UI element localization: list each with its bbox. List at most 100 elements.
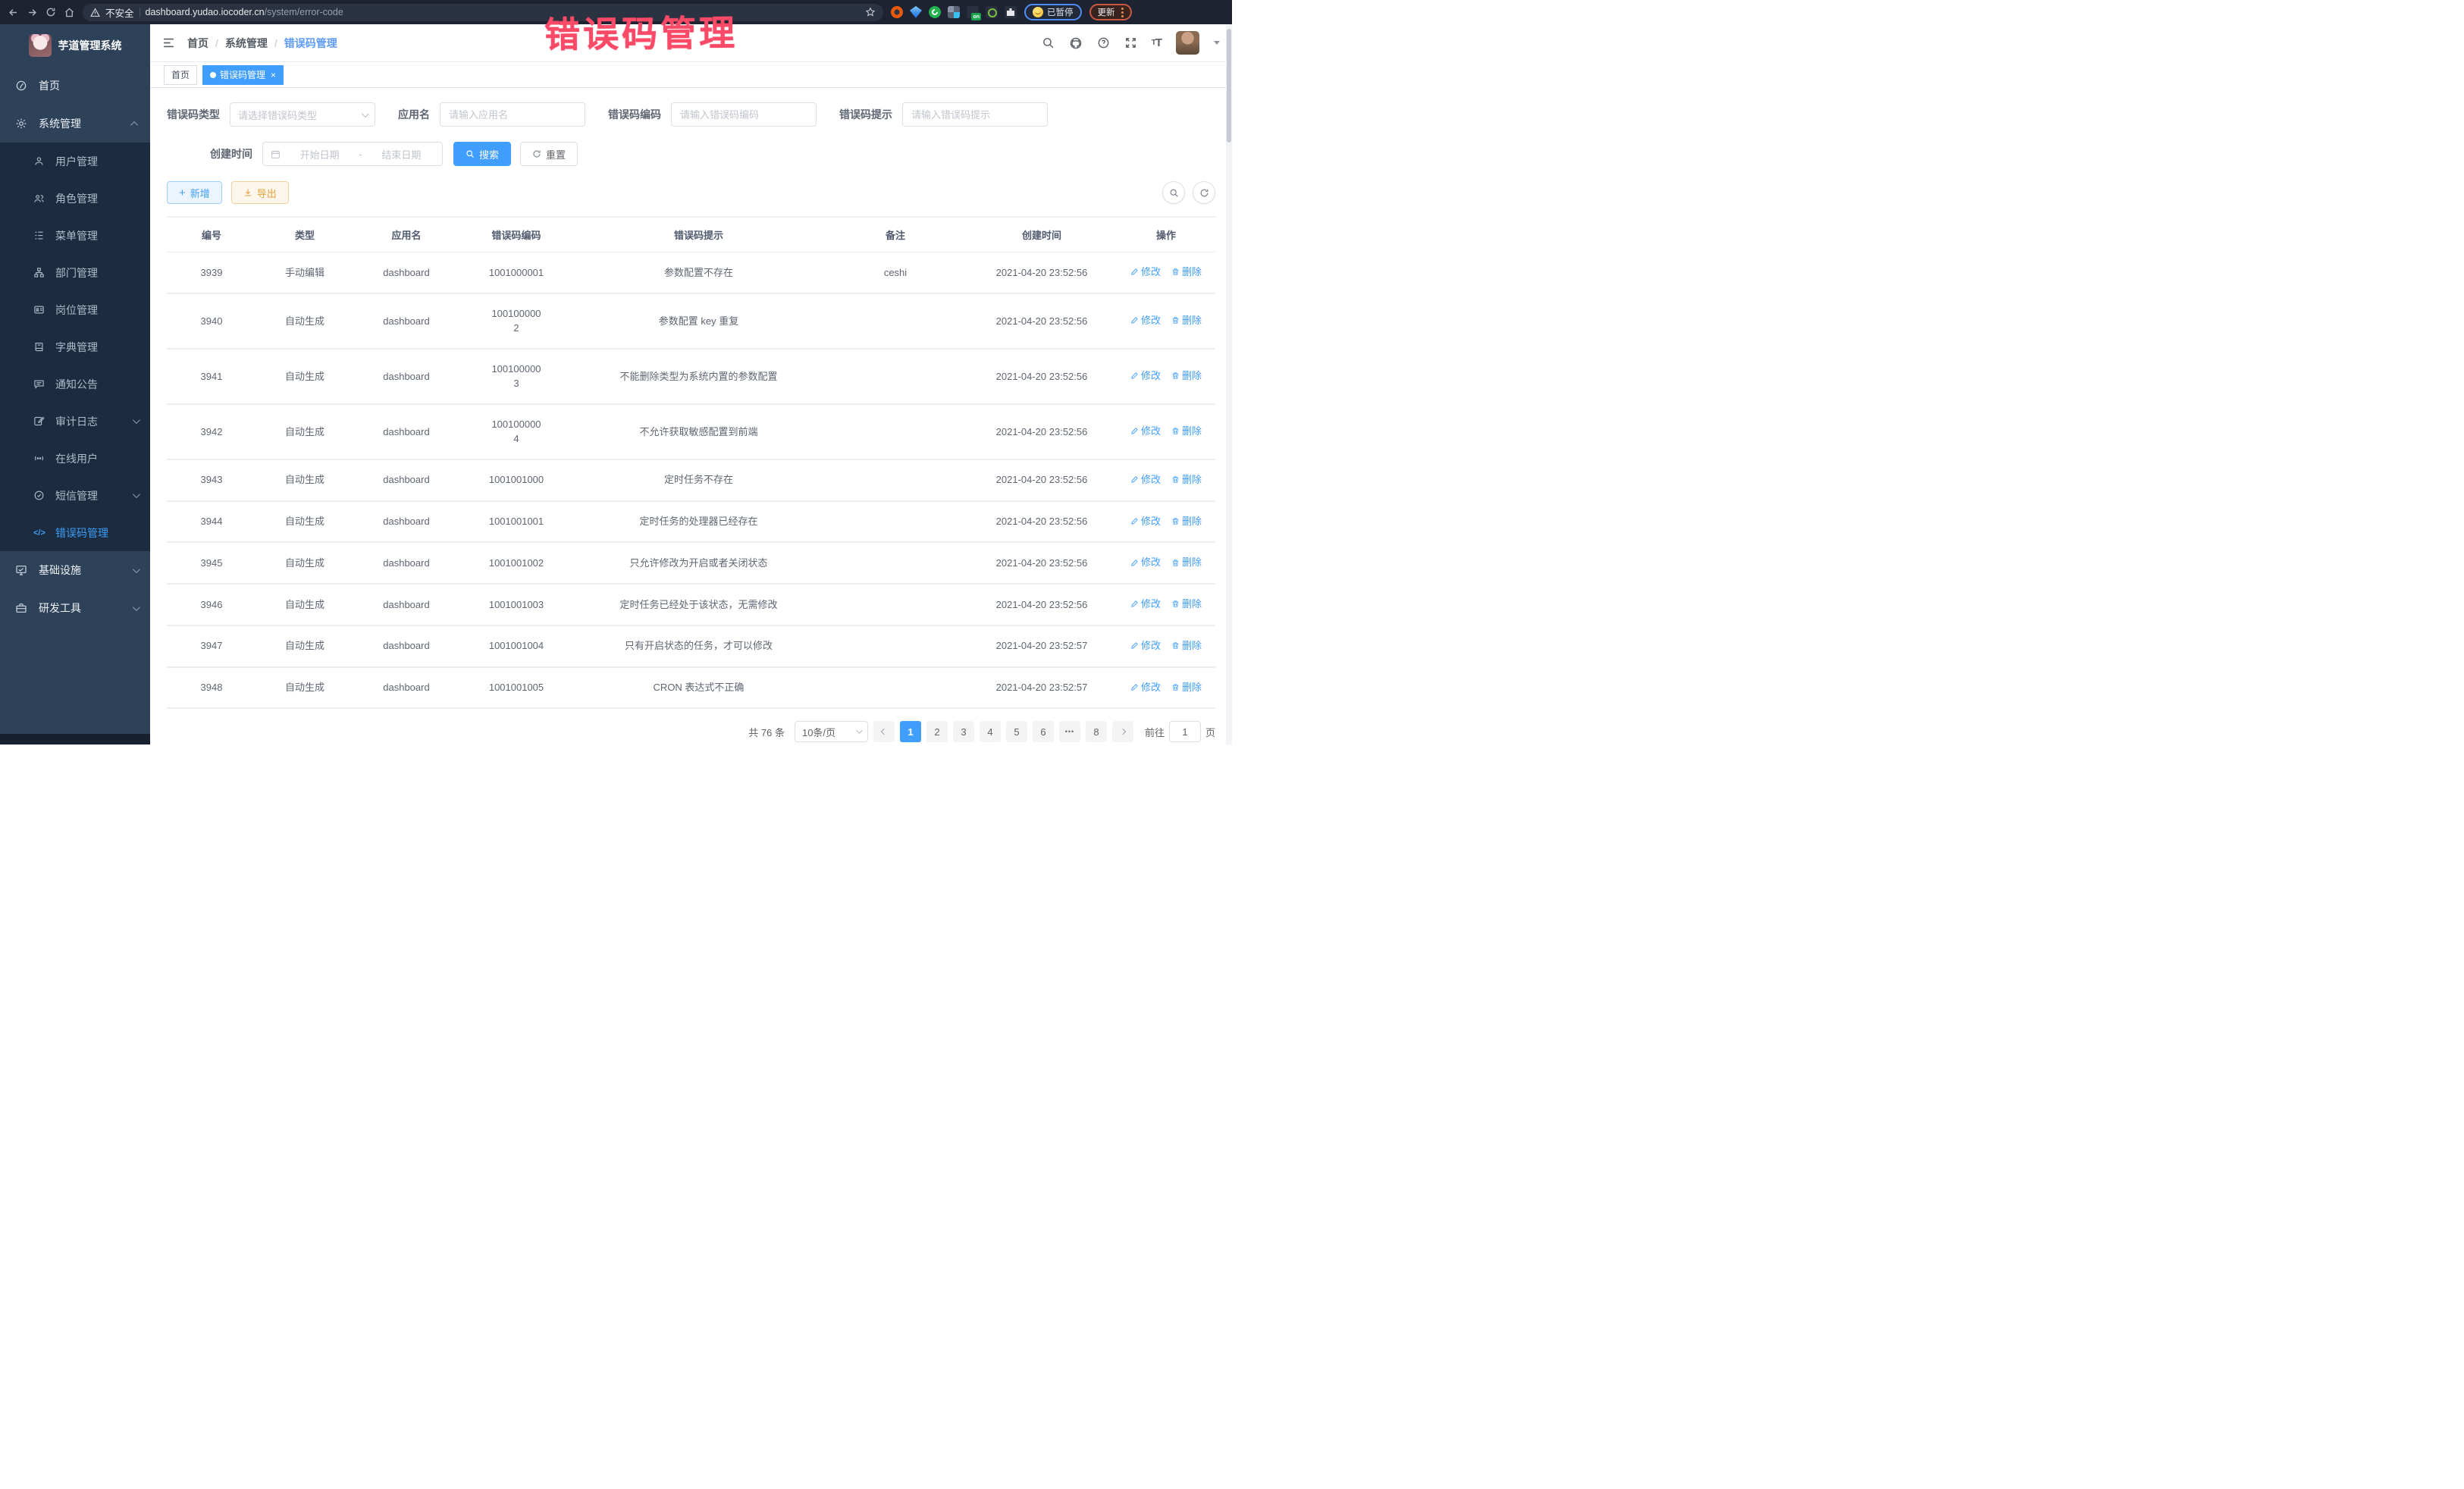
delete-link[interactable]: 删除 [1171, 265, 1202, 280]
page-button-3[interactable]: 3 [953, 721, 974, 742]
cell-message: 只允许修改为开启或者关闭状态 [573, 542, 824, 584]
avatar-caret-icon[interactable] [1214, 41, 1220, 45]
extension-key-icon[interactable] [986, 6, 998, 18]
search-button[interactable]: 搜索 [453, 142, 511, 166]
security-label[interactable]: 不安全 [105, 5, 134, 20]
sidebar-item-users[interactable]: 用户管理 [0, 143, 150, 180]
date-range-picker[interactable]: 开始日期 - 结束日期 [262, 142, 443, 166]
edit-link[interactable]: 修改 [1130, 424, 1161, 439]
cell-time: 2021-04-20 23:52:57 [967, 667, 1117, 709]
toggle-search-button[interactable] [1162, 181, 1185, 204]
cell-time: 2021-04-20 23:52:56 [967, 542, 1117, 584]
delete-link[interactable]: 删除 [1171, 424, 1202, 439]
address-bar[interactable]: 不安全 dashboard.yudao.iocoder.cn/system/er… [83, 4, 883, 21]
id-card-icon [33, 304, 45, 315]
breadcrumb-system[interactable]: 系统管理 [225, 36, 268, 51]
cell-time: 2021-04-20 23:52:57 [967, 625, 1117, 667]
edit-link[interactable]: 修改 [1130, 313, 1161, 328]
goto-page-input[interactable] [1169, 721, 1201, 742]
browser-update-button[interactable]: 更新 [1089, 4, 1132, 20]
browser-profile-button[interactable]: 已暂停 [1024, 4, 1082, 20]
sidebar-item-sms[interactable]: 短信管理 [0, 477, 150, 514]
delete-link[interactable]: 删除 [1171, 472, 1202, 487]
sidebar-item-infra[interactable]: 基础设施 [0, 551, 150, 589]
error-code-input[interactable] [671, 102, 817, 127]
extension-grid-icon[interactable] [948, 6, 960, 18]
sidebar-item-posts[interactable]: 岗位管理 [0, 291, 150, 328]
goto-page: 前往 页 [1145, 721, 1215, 742]
edit-link[interactable]: 修改 [1130, 597, 1161, 612]
back-icon[interactable] [8, 7, 19, 18]
refresh-table-button[interactable] [1193, 181, 1215, 204]
edit-link[interactable]: 修改 [1130, 368, 1161, 384]
breadcrumb-home[interactable]: 首页 [187, 36, 208, 51]
sidebar-item-departments[interactable]: 部门管理 [0, 254, 150, 291]
help-icon[interactable] [1097, 36, 1110, 49]
tab-error-code[interactable]: 错误码管理 × [202, 65, 284, 85]
edit-link[interactable]: 修改 [1130, 472, 1161, 487]
edit-link[interactable]: 修改 [1130, 638, 1161, 654]
edit-link[interactable]: 修改 [1130, 265, 1161, 280]
add-button[interactable]: + 新增 [167, 181, 222, 204]
reset-button[interactable]: 重置 [520, 142, 578, 166]
extension-gem-icon[interactable] [910, 6, 922, 18]
cell-time: 2021-04-20 23:52:56 [967, 404, 1117, 459]
tab-home[interactable]: 首页 [164, 65, 197, 85]
sidebar-item-error-code[interactable]: </> 错误码管理 [0, 514, 150, 551]
delete-link[interactable]: 删除 [1171, 514, 1202, 529]
search-icon[interactable] [1042, 36, 1055, 49]
page-ellipsis[interactable]: ••• [1059, 721, 1080, 742]
prev-page-button[interactable] [873, 721, 895, 742]
delete-link[interactable]: 删除 [1171, 638, 1202, 654]
delete-link[interactable]: 删除 [1171, 313, 1202, 328]
sidebar-logo-row[interactable]: 芋道管理系统 [0, 24, 150, 67]
page-button-1[interactable]: 1 [900, 721, 921, 742]
page-size-select[interactable]: 10条/页 [795, 721, 868, 742]
user-avatar[interactable] [1176, 31, 1199, 55]
delete-link[interactable]: 删除 [1171, 680, 1202, 695]
app-name-input[interactable] [440, 102, 585, 127]
page-content: 错误码类型 请选择错误码类型 应用名 错误码编码 错误码提示 [150, 88, 1232, 744]
fullscreen-icon[interactable] [1124, 36, 1137, 49]
error-type-select[interactable]: 请选择错误码类型 [230, 102, 375, 127]
scrollbar-thumb[interactable] [1227, 29, 1231, 143]
sidebar-item-system[interactable]: 系统管理 [0, 105, 150, 143]
vertical-scrollbar[interactable] [1226, 24, 1232, 744]
page-button-4[interactable]: 4 [980, 721, 1001, 742]
edit-link[interactable]: 修改 [1130, 514, 1161, 529]
hamburger-icon[interactable] [150, 36, 187, 49]
reload-icon[interactable] [45, 7, 56, 17]
extension-onetab-icon[interactable]: on [967, 6, 979, 18]
sidebar-item-audit-log[interactable]: 审计日志 [0, 403, 150, 440]
export-button[interactable]: 导出 [231, 181, 289, 204]
edit-link[interactable]: 修改 [1130, 680, 1161, 695]
page-button-5[interactable]: 5 [1006, 721, 1027, 742]
sidebar-item-roles[interactable]: 角色管理 [0, 180, 150, 217]
delete-link[interactable]: 删除 [1171, 555, 1202, 570]
font-size-icon[interactable]: TT [1152, 36, 1161, 49]
sidebar-item-devtools[interactable]: 研发工具 [0, 589, 150, 627]
page-button-6[interactable]: 6 [1033, 721, 1054, 742]
page-button-8[interactable]: 8 [1086, 721, 1107, 742]
delete-link[interactable]: 删除 [1171, 597, 1202, 612]
browser-menu-icon[interactable] [1121, 8, 1124, 17]
sidebar-item-online-users[interactable]: 在线用户 [0, 440, 150, 477]
sidebar-item-menus[interactable]: 菜单管理 [0, 217, 150, 254]
home-icon[interactable] [64, 7, 75, 18]
edit-link[interactable]: 修改 [1130, 555, 1161, 570]
extensions-puzzle-icon[interactable] [1005, 6, 1017, 18]
sidebar-item-notices[interactable]: 通知公告 [0, 365, 150, 403]
error-message-input[interactable] [902, 102, 1048, 127]
sidebar-item-home[interactable]: 首页 [0, 67, 150, 105]
delete-link[interactable]: 删除 [1171, 368, 1202, 384]
extension-green-icon[interactable] [929, 6, 941, 18]
sidebar-item-dict[interactable]: 字典管理 [0, 328, 150, 365]
github-icon[interactable] [1069, 36, 1083, 50]
extension-orange-icon[interactable] [891, 6, 903, 18]
sidebar-item-label: 菜单管理 [55, 228, 138, 243]
next-page-button[interactable] [1112, 721, 1133, 742]
forward-icon[interactable] [27, 7, 38, 18]
page-button-2[interactable]: 2 [926, 721, 948, 742]
close-icon[interactable]: × [271, 70, 276, 80]
bookmark-star-icon[interactable] [865, 7, 876, 17]
